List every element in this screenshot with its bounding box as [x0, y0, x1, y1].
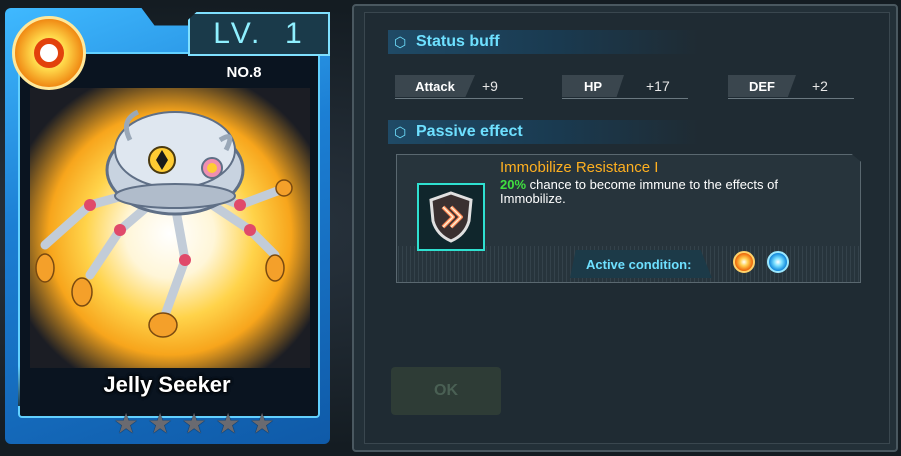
star-icon: ★ [147, 408, 173, 439]
element-emblem-icon [12, 16, 86, 90]
stat-label: Attack [395, 75, 475, 97]
stat-def: DEF +2 [728, 75, 854, 99]
star-icon: ★ [113, 408, 139, 439]
hexagon-icon: ⬡ [394, 124, 407, 140]
stat-hp: HP +17 [562, 75, 688, 99]
stat-underline [728, 98, 854, 99]
stat-value: +2 [812, 78, 828, 94]
stat-value: +17 [646, 78, 670, 94]
stat-label: DEF [728, 75, 796, 97]
status-buff-header: ⬡ Status buff [388, 30, 698, 54]
star-icon: ★ [181, 408, 207, 439]
stat-label: HP [562, 75, 624, 97]
stat-attack: Attack +9 [395, 75, 523, 99]
passive-effect-header: ⬡ Passive effect [388, 120, 698, 144]
shield-skill-icon[interactable] [417, 183, 485, 251]
stat-underline [562, 98, 688, 99]
skill-description-text: chance to become immune to the effects o… [500, 177, 778, 206]
hexagon-icon: ⬡ [394, 34, 407, 50]
star-icon: ★ [215, 408, 241, 439]
stat-underline [395, 98, 523, 99]
card-name: Jelly Seeker [103, 372, 231, 397]
monster-card[interactable]: LV. 1 NO.8 Jelly Seeker ★ ★ ★ ★ ★ [0, 0, 340, 456]
blue-core-icon[interactable] [767, 251, 789, 273]
level-badge: LV. 1 [188, 12, 330, 56]
level-text: LV. 1 [213, 17, 305, 50]
skill-percent: 20% [500, 177, 527, 192]
active-condition-label: Active condition: [586, 256, 692, 272]
star-icon: ★ [249, 408, 275, 439]
orange-core-icon[interactable] [733, 251, 755, 273]
status-buff-title: Status buff [416, 33, 500, 50]
star-rating: ★ ★ ★ ★ ★ [112, 410, 276, 438]
stat-value: +9 [482, 78, 498, 94]
card-number: NO.8 [214, 64, 274, 84]
ok-button[interactable]: OK [391, 367, 501, 415]
emblem-core [34, 38, 64, 68]
shield-icon [429, 191, 473, 243]
skill-description: 20% chance to become immune to the effec… [500, 178, 845, 206]
passive-effect-title: Passive effect [416, 123, 523, 140]
active-condition-bar: Active condition: [570, 250, 712, 278]
skill-name: Immobilize Resistance I [500, 159, 659, 176]
